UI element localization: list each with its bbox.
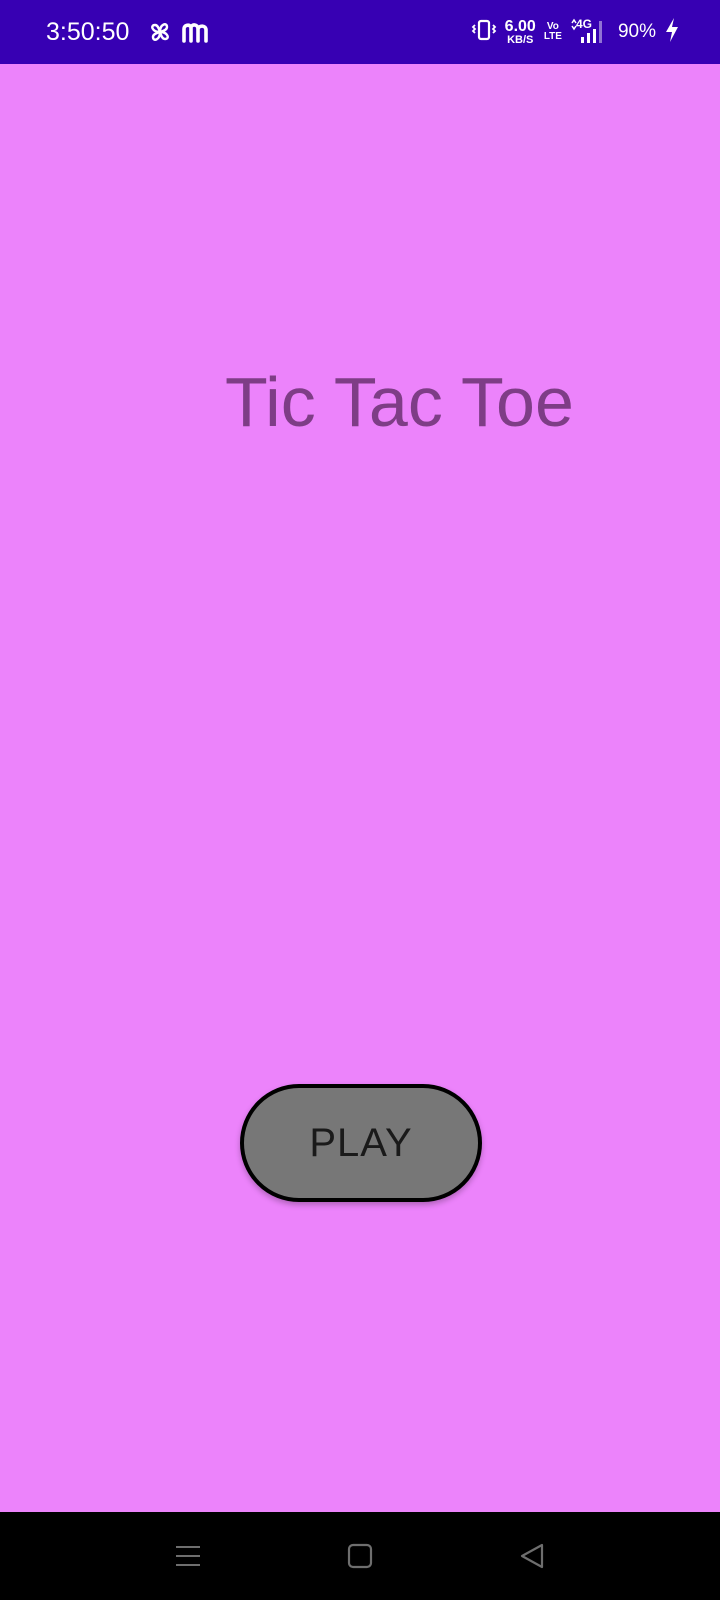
home-icon[interactable] — [334, 1530, 386, 1582]
status-right-group: 6.00 KB/S Vo LTE 4G 90% — [471, 14, 680, 50]
menu-icon[interactable] — [162, 1530, 214, 1582]
signal-icon: 4G — [570, 17, 606, 47]
vibrate-icon — [471, 17, 497, 48]
volte-indicator: Vo LTE — [543, 21, 562, 43]
play-button-label: PLAY — [309, 1120, 413, 1165]
net-speed-unit: KB/S — [507, 33, 534, 46]
pinwheel-icon — [146, 18, 174, 46]
volte-bottom: LTE — [543, 31, 562, 42]
play-button[interactable]: PLAY — [240, 1084, 482, 1202]
charging-icon — [664, 17, 680, 48]
status-time: 3:50:50 — [46, 18, 130, 46]
navigation-bar — [0, 1512, 720, 1600]
status-bar: 3:50:50 6.00 KB/S Vo LTE 4G 90% — [0, 0, 720, 64]
back-icon[interactable] — [506, 1530, 558, 1582]
main-content: Tic Tac Toe PLAY — [0, 64, 720, 1512]
m-app-icon — [180, 18, 210, 46]
app-title: Tic Tac Toe — [225, 363, 574, 441]
battery-percent: 90% — [617, 21, 656, 42]
net-speed-value: 6.00 — [504, 17, 536, 35]
net-speed: 6.00 KB/S — [504, 17, 536, 46]
